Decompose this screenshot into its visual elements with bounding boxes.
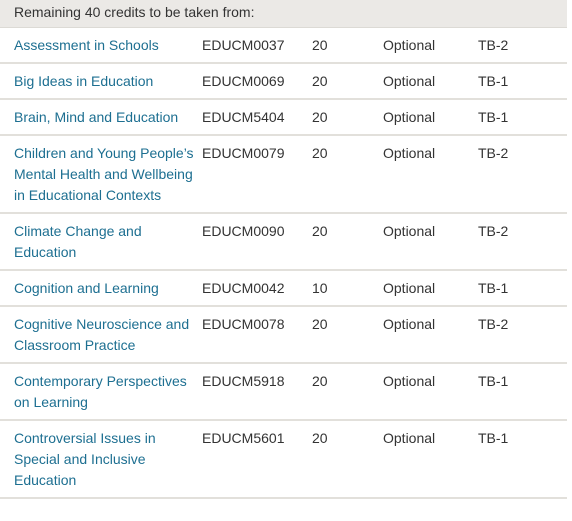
table-row: Brain, Mind and Education EDUCM5404 20 O…	[0, 100, 567, 136]
table-row: Cognitive Neuroscience and Classroom Pra…	[0, 307, 567, 364]
unit-credits: 20	[312, 73, 328, 89]
unit-title-link[interactable]: Brain, Mind and Education	[14, 109, 178, 125]
unit-code: EDUCM5404	[202, 109, 285, 125]
unit-teaching-block: TB-1	[478, 109, 509, 125]
optional-units-table: Remaining 40 credits to be taken from: A…	[0, 0, 567, 499]
table-row: Children and Young People’s Mental Healt…	[0, 136, 567, 214]
unit-title-link[interactable]: Big Ideas in Education	[14, 73, 153, 89]
unit-title-link[interactable]: Climate Change and Education	[14, 223, 142, 260]
unit-teaching-block: TB-2	[478, 223, 509, 239]
unit-code: EDUCM0078	[202, 316, 285, 332]
table-row: Controversial Issues in Special and Incl…	[0, 421, 567, 499]
unit-title-link[interactable]: Children and Young People’s Mental Healt…	[14, 145, 194, 203]
remaining-credits-label: Remaining 40 credits to be taken from:	[14, 4, 255, 20]
unit-title-link[interactable]: Controversial Issues in Special and Incl…	[14, 430, 156, 488]
unit-teaching-block: TB-2	[478, 316, 509, 332]
unit-status: Optional	[383, 316, 436, 332]
unit-teaching-block: TB-1	[478, 373, 509, 389]
unit-credits: 20	[312, 316, 328, 332]
unit-credits: 20	[312, 37, 328, 53]
unit-code: EDUCM0090	[202, 223, 285, 239]
unit-code: EDUCM0069	[202, 73, 285, 89]
unit-credits: 20	[312, 373, 328, 389]
unit-status: Optional	[383, 109, 436, 125]
unit-status: Optional	[383, 430, 436, 446]
table-row: Contemporary Perspectives on Learning ED…	[0, 364, 567, 421]
unit-teaching-block: TB-2	[478, 145, 509, 161]
unit-title-link[interactable]: Assessment in Schools	[14, 37, 159, 53]
unit-code: EDUCM5918	[202, 373, 285, 389]
unit-status: Optional	[383, 280, 436, 296]
unit-status: Optional	[383, 223, 436, 239]
unit-credits: 20	[312, 430, 328, 446]
unit-teaching-block: TB-1	[478, 280, 509, 296]
unit-title-link[interactable]: Cognition and Learning	[14, 280, 159, 296]
unit-teaching-block: TB-2	[478, 37, 509, 53]
unit-title-link[interactable]: Contemporary Perspectives on Learning	[14, 373, 187, 410]
unit-code: EDUCM0037	[202, 37, 285, 53]
table-row: Assessment in Schools EDUCM0037 20 Optio…	[0, 28, 567, 64]
unit-credits: 20	[312, 223, 328, 239]
unit-status: Optional	[383, 145, 436, 161]
unit-code: EDUCM0042	[202, 280, 285, 296]
unit-status: Optional	[383, 373, 436, 389]
table-row: Big Ideas in Education EDUCM0069 20 Opti…	[0, 64, 567, 100]
unit-teaching-block: TB-1	[478, 430, 509, 446]
unit-code: EDUCM0079	[202, 145, 285, 161]
unit-teaching-block: TB-1	[478, 73, 509, 89]
unit-credits: 20	[312, 109, 328, 125]
unit-credits: 10	[312, 280, 328, 296]
unit-credits: 20	[312, 145, 328, 161]
unit-code: EDUCM5601	[202, 430, 285, 446]
table-row: Cognition and Learning EDUCM0042 10 Opti…	[0, 271, 567, 307]
table-row: Climate Change and Education EDUCM0090 2…	[0, 214, 567, 271]
unit-title-link[interactable]: Cognitive Neuroscience and Classroom Pra…	[14, 316, 189, 353]
unit-status: Optional	[383, 37, 436, 53]
table-header: Remaining 40 credits to be taken from:	[0, 0, 567, 28]
unit-status: Optional	[383, 73, 436, 89]
